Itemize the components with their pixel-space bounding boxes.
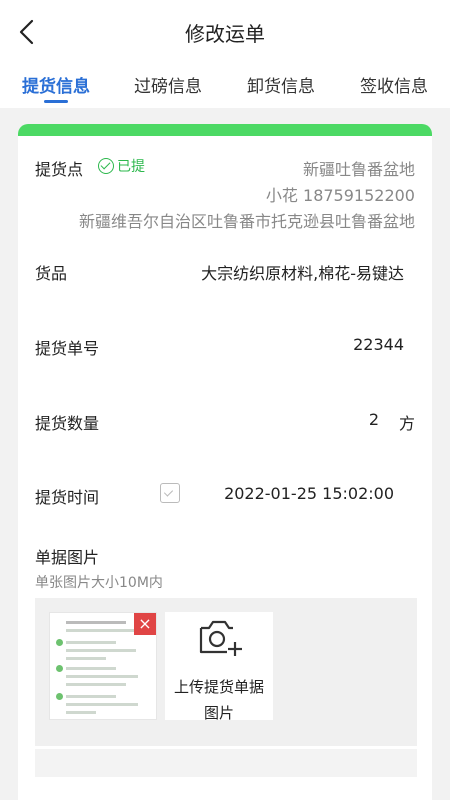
pickup-contact: 小花 18759152200 (265, 186, 415, 205)
quantity-input[interactable]: 2 (369, 410, 379, 429)
goods-value[interactable]: 大宗纺织原材料,棉花-易键达 (201, 260, 404, 284)
pickup-point-label: 提货点 (35, 160, 84, 179)
status-text: 已提 (117, 159, 145, 175)
tab-unloading-info[interactable]: 卸货信息 (247, 72, 315, 97)
image-size-hint: 单张图片大小10M内 (35, 575, 163, 591)
image-upload-area-footer (35, 749, 417, 777)
card-status-bar (18, 124, 432, 136)
tab-pickup-info[interactable]: 提货信息 (22, 72, 90, 97)
tab-bar: 提货信息 过磅信息 卸货信息 签收信息 (0, 62, 450, 108)
page-title: 修改运单 (185, 22, 265, 46)
quantity-label: 提货数量 (35, 414, 100, 433)
tab-weighing-info[interactable]: 过磅信息 (134, 72, 202, 97)
camera-add-icon (199, 620, 242, 656)
image-upload-area: × 上传提货单据 图片 (35, 598, 417, 746)
upload-label-line1: 上传提货单据 (173, 678, 264, 696)
pickup-address: 新疆维吾尔自治区吐鲁番市托克逊县吐鲁番盆地 (78, 212, 415, 231)
status-badge: 已提 (98, 156, 145, 176)
pickup-info-card: 提货点 已提 新疆吐鲁番盆地 小花 18759152200 新疆维吾尔自治区吐鲁… (18, 124, 432, 800)
goods-label: 货品 (35, 264, 68, 283)
pickup-time-label: 提货时间 (35, 488, 100, 507)
upload-image-button[interactable]: 上传提货单据 图片 (165, 612, 273, 722)
check-circle-icon (98, 158, 114, 174)
quantity-unit: 方 (398, 414, 415, 433)
upload-label-line2: 图片 (203, 704, 234, 722)
pickup-location: 新疆吐鲁番盆地 (302, 160, 415, 179)
navigation-bar: 修改运单 (0, 0, 450, 62)
delete-image-button[interactable]: × (134, 613, 156, 635)
tab-signing-info[interactable]: 签收信息 (360, 72, 428, 97)
order-number-label: 提货单号 (35, 339, 100, 358)
order-number-input[interactable]: 22344 (353, 335, 404, 354)
document-images-label: 单据图片 (35, 548, 100, 567)
active-tab-indicator (44, 100, 68, 103)
calendar-icon[interactable] (160, 483, 180, 503)
pickup-time-value[interactable]: 2022-01-25 15:02:00 (224, 484, 394, 503)
uploaded-image-thumbnail[interactable]: × (49, 612, 157, 720)
